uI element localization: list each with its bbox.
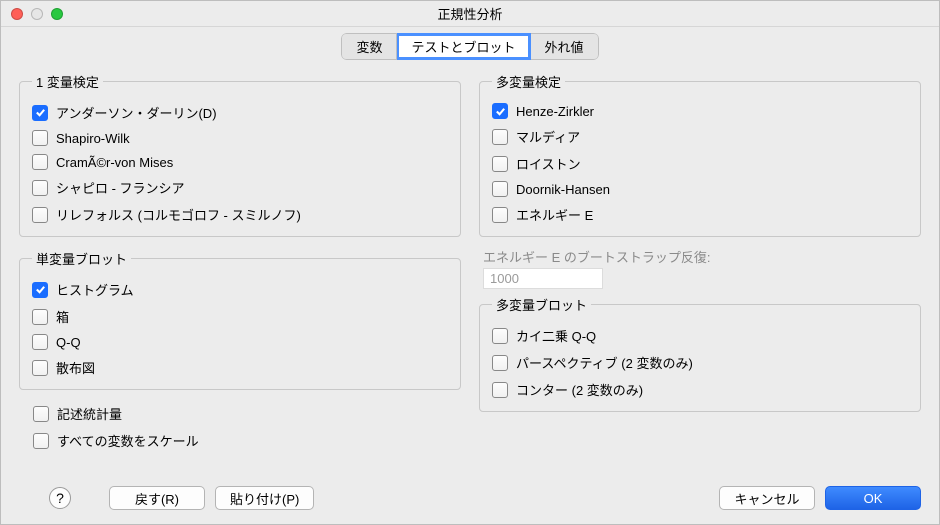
cancel-button[interactable]: キャンセル [719,486,815,510]
tab-outliers[interactable]: 外れ値 [531,33,599,60]
row-lilliefors[interactable]: リレフォルス (コルモゴロフ - スミルノフ) [32,201,448,228]
label-mardia: マルディア [516,127,580,146]
reset-button[interactable]: 戻す(R) [109,486,205,510]
minimize-icon[interactable] [31,8,43,20]
row-cramer-von-mises[interactable]: CramÃ©r-von Mises [32,150,448,174]
label-scatter: 散布図 [56,358,95,377]
row-scatter[interactable]: 散布図 [32,354,448,381]
label-lilliefors: リレフォルス (コルモゴロフ - スミルノフ) [56,205,301,224]
row-descriptives[interactable]: 記述統計量 [33,400,457,427]
group-multivariate-tests: 多変量検定 Henze-Zirkler マルディア ロイストン Doornik-… [479,72,921,237]
label-chisq-qq: カイ二乗 Q-Q [516,326,596,345]
label-henze-zirkler: Henze-Zirkler [516,104,594,119]
label-royston: ロイストン [516,154,581,173]
label-contour: コンター (2 変数のみ) [516,380,643,399]
left-column: 1 変量検定 アンダーソン・ダーリン(D) Shapiro-Wilk CramÃ… [19,68,461,472]
titlebar: 正規性分析 [1,1,939,27]
label-qq: Q-Q [56,335,81,350]
checkbox-cramer-von-mises[interactable] [32,154,48,170]
energy-bootstrap-field: エネルギー E のブートストラップ反復: [479,245,921,291]
label-box: 箱 [56,307,69,326]
row-chisq-qq[interactable]: カイ二乗 Q-Q [492,322,908,349]
checkbox-box[interactable] [32,309,48,325]
group-univariate-tests: 1 変量検定 アンダーソン・ダーリン(D) Shapiro-Wilk CramÃ… [19,72,461,237]
checkbox-henze-zirkler[interactable] [492,103,508,119]
checkbox-lilliefors[interactable] [32,207,48,223]
checkbox-histogram[interactable] [32,282,48,298]
zoom-icon[interactable] [51,8,63,20]
row-histogram[interactable]: ヒストグラム [32,276,448,303]
energy-bootstrap-label: エネルギー E のブートストラップ反復: [483,247,917,266]
row-royston[interactable]: ロイストン [492,150,908,177]
legend-multivariate-plots: 多変量ブロット [492,295,591,314]
legend-univariate-plots: 単変量ブロット [32,249,131,268]
label-doornik-hansen: Doornik-Hansen [516,182,610,197]
checkbox-shapiro-wilk[interactable] [32,130,48,146]
row-anderson-darling[interactable]: アンダーソン・ダーリン(D) [32,99,448,126]
tab-tests-plots[interactable]: テストとブロット [397,33,530,60]
window-title: 正規性分析 [1,4,939,23]
legend-multivariate-tests: 多変量検定 [492,72,565,91]
ok-button[interactable]: OK [825,486,921,510]
label-scale-all: すべての変数をスケール [57,431,199,450]
legend-univariate-tests: 1 変量検定 [32,72,103,91]
label-anderson-darling: アンダーソン・ダーリン(D) [56,103,217,122]
label-energy-e: エネルギー E [516,205,593,224]
energy-bootstrap-input[interactable] [483,268,603,289]
row-henze-zirkler[interactable]: Henze-Zirkler [492,99,908,123]
checkbox-scatter[interactable] [32,360,48,376]
row-scale-all[interactable]: すべての変数をスケール [33,427,457,454]
row-perspective[interactable]: パースペクティブ (2 変数のみ) [492,349,908,376]
tabbar: 変数 テストとブロット 外れ値 [1,27,939,60]
footer: ? 戻す(R) 貼り付け(P) キャンセル OK [1,476,939,524]
tab-segment: 変数 テストとブロット 外れ値 [341,33,598,60]
right-column: 多変量検定 Henze-Zirkler マルディア ロイストン Doornik-… [479,68,921,472]
row-mardia[interactable]: マルディア [492,123,908,150]
row-doornik-hansen[interactable]: Doornik-Hansen [492,177,908,201]
checkbox-royston[interactable] [492,156,508,172]
checkbox-contour[interactable] [492,382,508,398]
dialog-normality-analysis: 正規性分析 変数 テストとブロット 外れ値 1 変量検定 アンダーソン・ダーリン… [0,0,940,525]
label-shapiro-francia: シャピロ - フランシア [56,178,185,197]
checkbox-qq[interactable] [32,334,48,350]
row-qq[interactable]: Q-Q [32,330,448,354]
checkbox-mardia[interactable] [492,129,508,145]
checkbox-scale-all[interactable] [33,433,49,449]
window-controls [1,8,63,20]
row-shapiro-wilk[interactable]: Shapiro-Wilk [32,126,448,150]
checkbox-chisq-qq[interactable] [492,328,508,344]
label-perspective: パースペクティブ (2 変数のみ) [516,353,693,372]
row-box[interactable]: 箱 [32,303,448,330]
row-contour[interactable]: コンター (2 変数のみ) [492,376,908,403]
checkbox-shapiro-francia[interactable] [32,180,48,196]
row-shapiro-francia[interactable]: シャピロ - フランシア [32,174,448,201]
label-descriptives: 記述統計量 [57,404,122,423]
checkbox-perspective[interactable] [492,355,508,371]
checkbox-energy-e[interactable] [492,207,508,223]
group-univariate-plots: 単変量ブロット ヒストグラム 箱 Q-Q 散布図 [19,249,461,390]
tab-variables[interactable]: 変数 [341,33,397,60]
label-shapiro-wilk: Shapiro-Wilk [56,131,130,146]
checkbox-descriptives[interactable] [33,406,49,422]
loose-checks: 記述統計量 すべての変数をスケール [19,398,461,454]
row-energy-e[interactable]: エネルギー E [492,201,908,228]
close-icon[interactable] [11,8,23,20]
group-multivariate-plots: 多変量ブロット カイ二乗 Q-Q パースペクティブ (2 変数のみ) コンター … [479,295,921,412]
label-histogram: ヒストグラム [56,280,134,299]
paste-button[interactable]: 貼り付け(P) [215,486,314,510]
content: 1 変量検定 アンダーソン・ダーリン(D) Shapiro-Wilk CramÃ… [1,60,939,476]
label-cramer-von-mises: CramÃ©r-von Mises [56,155,173,170]
checkbox-doornik-hansen[interactable] [492,181,508,197]
checkbox-anderson-darling[interactable] [32,105,48,121]
help-button[interactable]: ? [49,487,71,509]
